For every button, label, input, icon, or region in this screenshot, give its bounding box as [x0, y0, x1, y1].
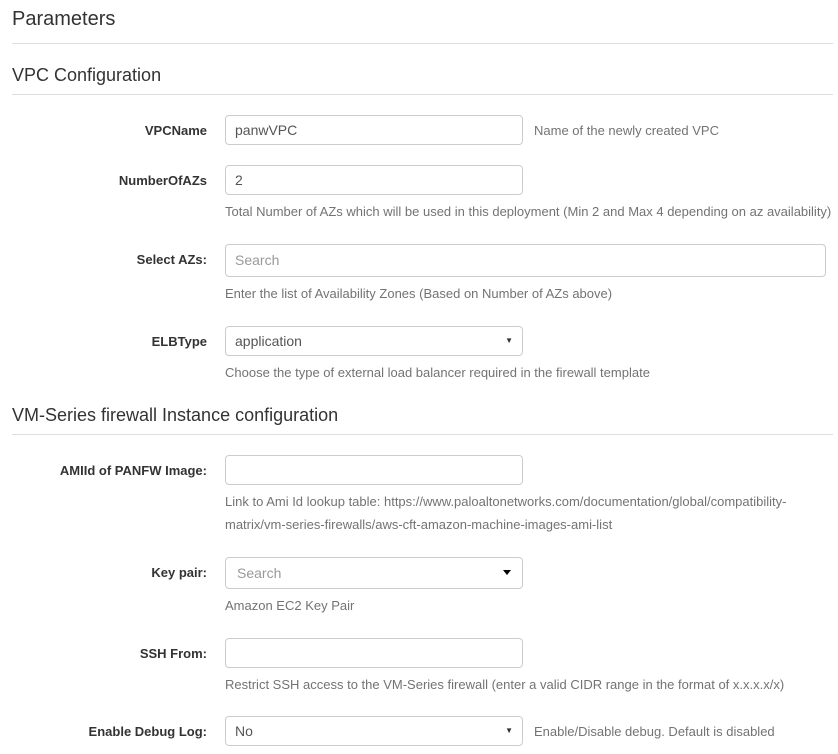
vpcname-input[interactable]	[225, 115, 523, 145]
enable-debug-log-selected-value: No	[235, 723, 253, 739]
parameters-page: Parameters VPC Configuration VPCName Nam…	[0, 0, 838, 754]
amiid-control: Link to Ami Id lookup table: https://www…	[225, 455, 833, 537]
enable-debug-log-help: Enable/Disable debug. Default is disable…	[534, 724, 775, 739]
field-row-elbtype: ELBType application ▼ Choose the type of…	[12, 326, 833, 385]
keypair-help: Amazon EC2 Key Pair	[225, 595, 833, 618]
select-azs-label: Select AZs:	[12, 244, 207, 306]
enable-debug-log-control-line: No ▼ Enable/Disable debug. Default is di…	[225, 716, 833, 746]
caret-down-icon	[503, 570, 511, 575]
section-heading-vmseries-configuration: VM-Series firewall Instance configuratio…	[12, 405, 833, 426]
vpcname-label: VPCName	[12, 115, 207, 145]
keypair-select[interactable]: Search	[225, 557, 523, 589]
field-row-amiid: AMIId of PANFW Image: Link to Ami Id loo…	[12, 455, 833, 537]
vpc-section-divider	[12, 94, 833, 95]
sshfrom-input[interactable]	[225, 638, 523, 668]
caret-down-icon: ▼	[505, 337, 513, 345]
amiid-help: Link to Ami Id lookup table: https://www…	[225, 491, 833, 537]
enable-debug-log-control: No ▼ Enable/Disable debug. Default is di…	[225, 716, 833, 746]
caret-down-icon: ▼	[505, 727, 513, 735]
numberofazs-input[interactable]	[225, 165, 523, 195]
field-row-select-azs: Select AZs: Enter the list of Availabili…	[12, 244, 833, 306]
select-azs-help: Enter the list of Availability Zones (Ba…	[225, 283, 833, 306]
enable-debug-log-label: Enable Debug Log:	[12, 716, 207, 746]
field-row-enable-debug-log: Enable Debug Log: No ▼ Enable/Disable de…	[12, 716, 833, 746]
title-divider	[12, 43, 833, 44]
sshfrom-label: SSH From:	[12, 638, 207, 697]
field-row-vpcname: VPCName Name of the newly created VPC	[12, 115, 833, 145]
field-row-sshfrom: SSH From: Restrict SSH access to the VM-…	[12, 638, 833, 697]
elbtype-help: Choose the type of external load balance…	[225, 362, 833, 385]
select-azs-search-input[interactable]	[225, 244, 826, 277]
sshfrom-control: Restrict SSH access to the VM-Series fir…	[225, 638, 833, 697]
vpcname-control: Name of the newly created VPC	[225, 115, 833, 145]
keypair-label: Key pair:	[12, 557, 207, 618]
elbtype-control: application ▼ Choose the type of externa…	[225, 326, 833, 385]
section-heading-vpc-configuration: VPC Configuration	[12, 65, 833, 86]
keypair-placeholder: Search	[237, 565, 281, 581]
amiid-input[interactable]	[225, 455, 523, 485]
elbtype-select[interactable]: application ▼	[225, 326, 523, 356]
vpcname-control-line: Name of the newly created VPC	[225, 115, 833, 145]
numberofazs-label: NumberOfAZs	[12, 165, 207, 224]
field-row-keypair: Key pair: Search Amazon EC2 Key Pair	[12, 557, 833, 618]
numberofazs-control: Total Number of AZs which will be used i…	[225, 165, 833, 224]
select-azs-control: Enter the list of Availability Zones (Ba…	[225, 244, 833, 306]
enable-debug-log-select[interactable]: No ▼	[225, 716, 523, 746]
elbtype-selected-value: application	[235, 333, 302, 349]
keypair-control: Search Amazon EC2 Key Pair	[225, 557, 833, 618]
elbtype-label: ELBType	[12, 326, 207, 385]
numberofazs-help: Total Number of AZs which will be used i…	[225, 201, 833, 224]
field-row-numberofazs: NumberOfAZs Total Number of AZs which wi…	[12, 165, 833, 224]
vpcname-help: Name of the newly created VPC	[534, 123, 719, 138]
sshfrom-help: Restrict SSH access to the VM-Series fir…	[225, 674, 833, 697]
page-title: Parameters	[12, 8, 833, 31]
vmseries-section-divider	[12, 434, 833, 435]
amiid-label: AMIId of PANFW Image:	[12, 455, 207, 537]
